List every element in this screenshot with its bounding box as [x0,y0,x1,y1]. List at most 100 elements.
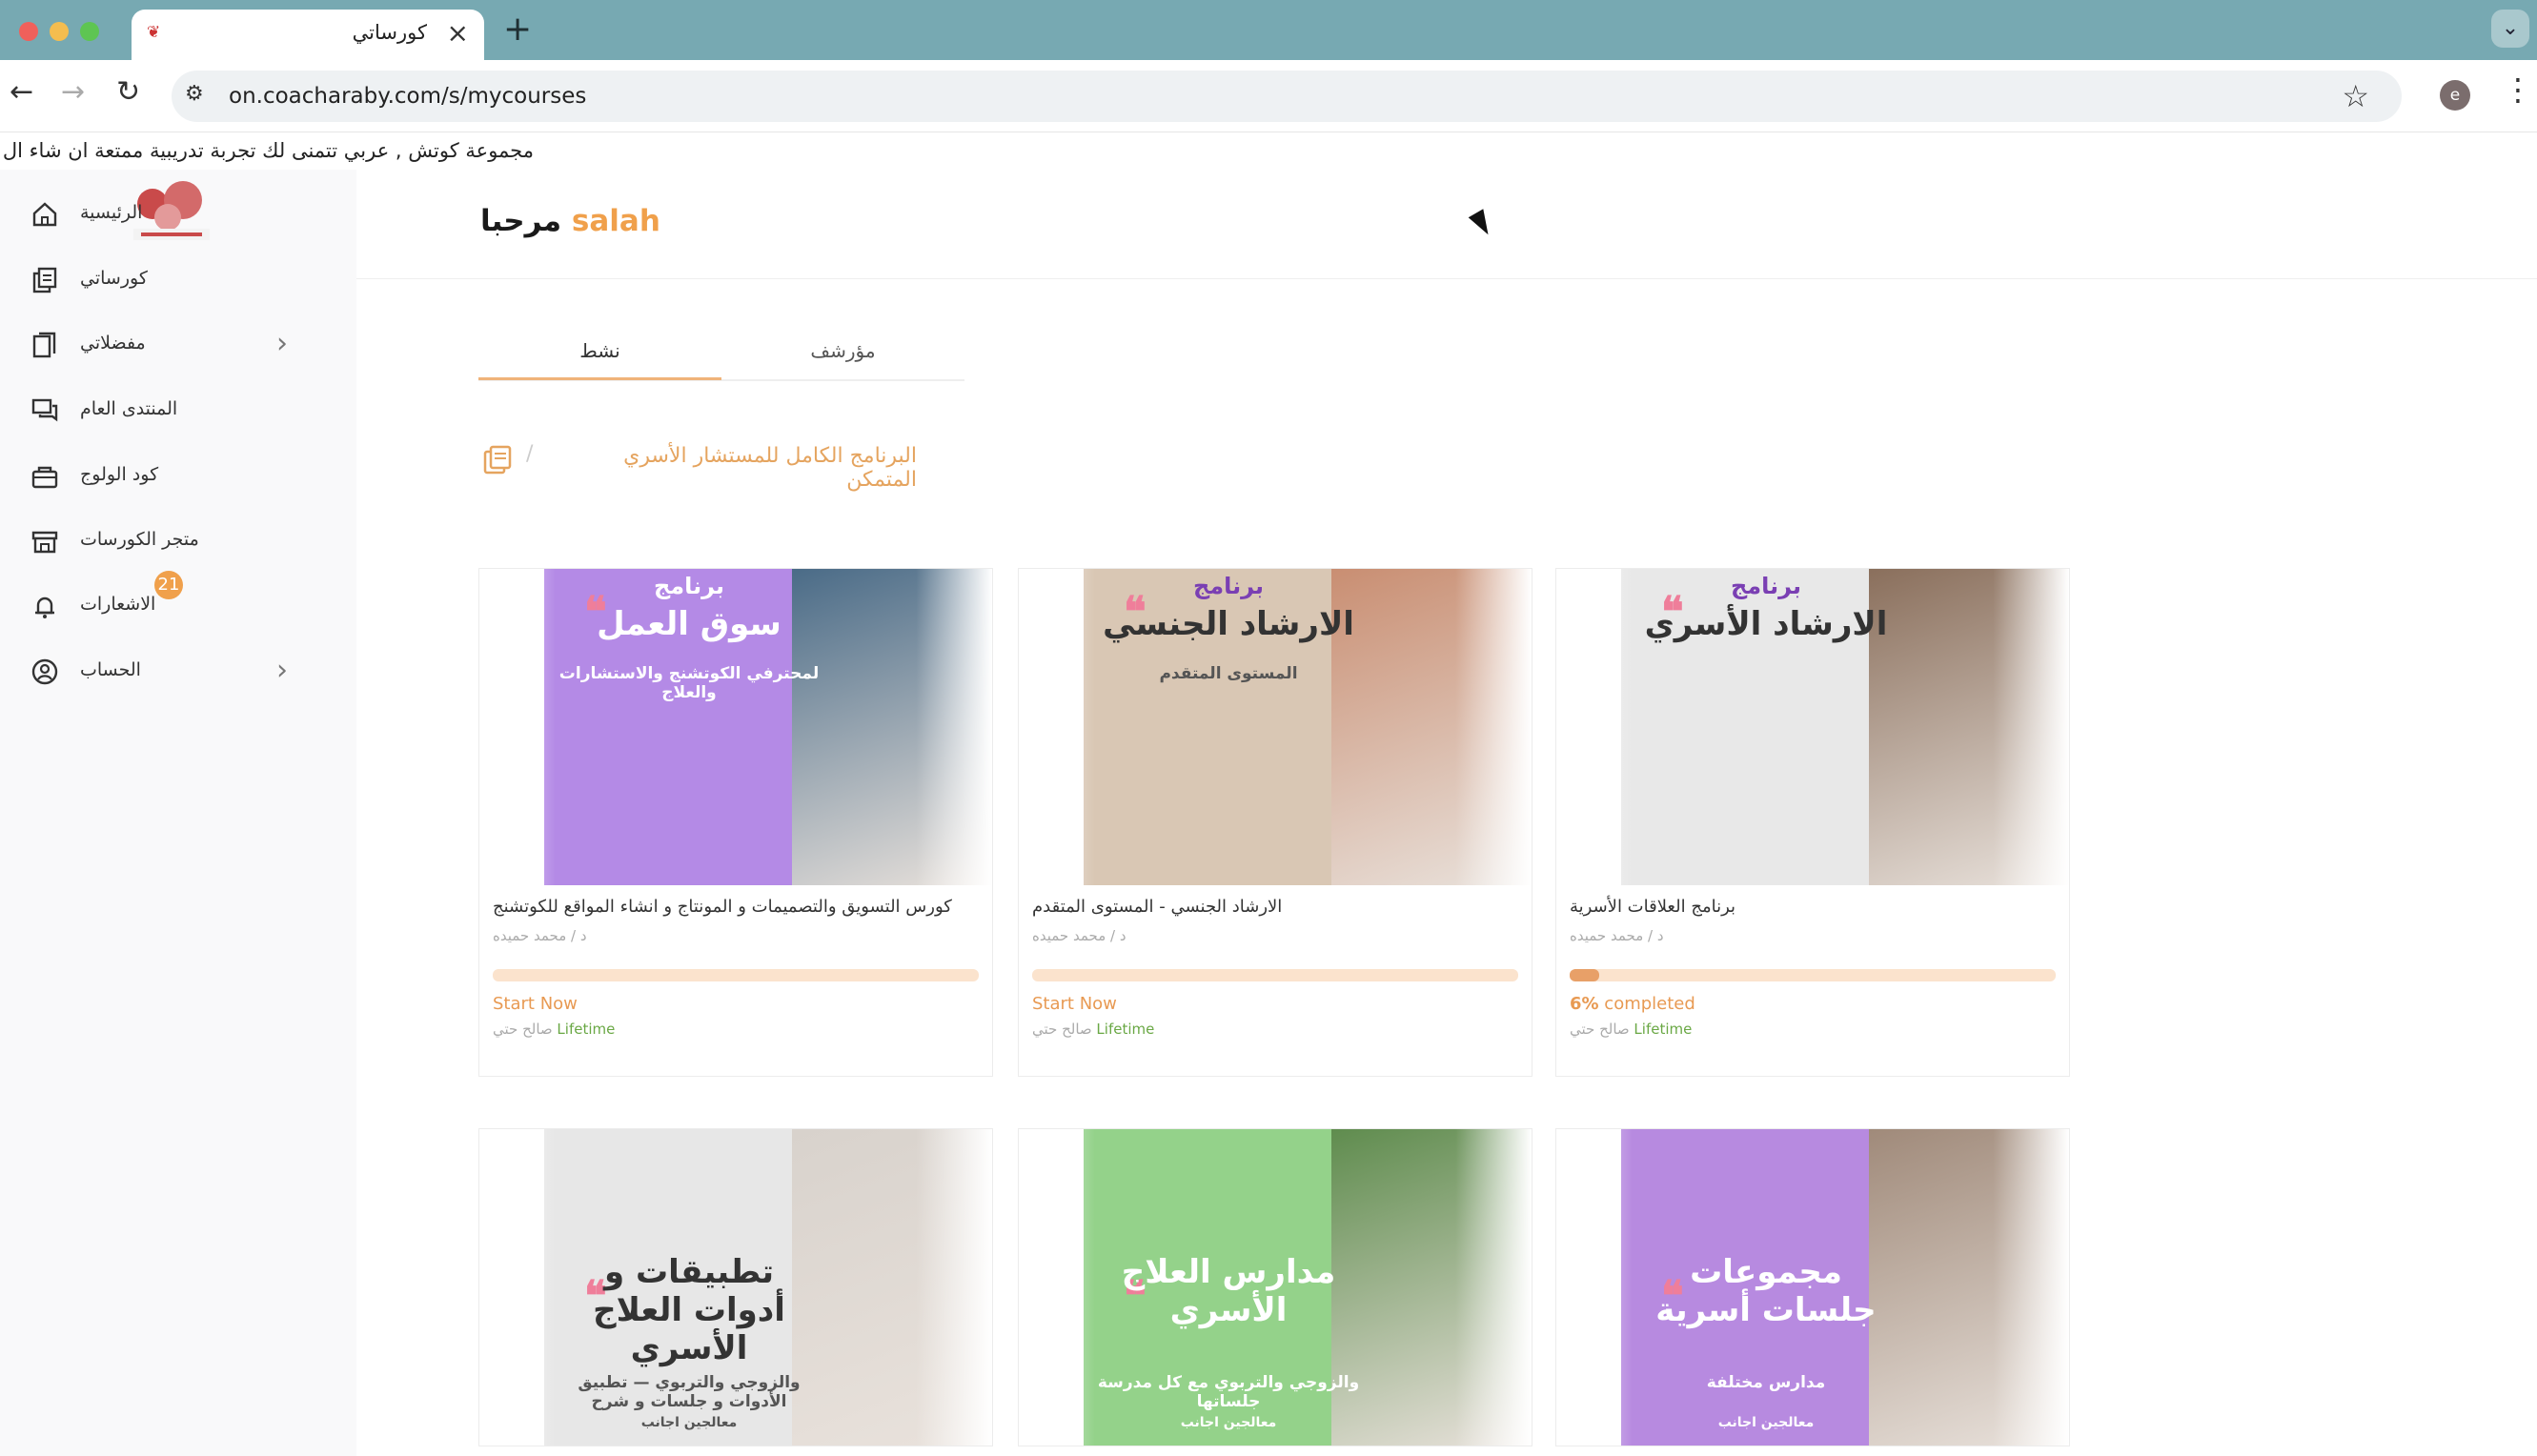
status-label: Start Now [493,994,578,1014]
thumbnail-subtitle: لمحترفي الكوتشنج والاستشارات والعلاج [558,664,820,702]
thumbnail-fade-left [1556,569,1633,885]
notification-count-badge: 21 [154,571,183,599]
course-card[interactable]: ❝ تطبيقات و أدوات العلاج الأسري والزوجي وا… [478,1128,993,1446]
breadcrumb-title[interactable]: البرنامج الكامل للمستشار الأسري المتمكن [551,444,917,492]
course-thumbnail[interactable]: ❝ برنامج الارشاد الجنسي المستوى المتقدم [1019,569,1532,885]
course-thumbnail[interactable]: ❝ برنامج الارشاد الأسري [1556,569,2069,885]
thumbnail-fade-right [1993,569,2069,885]
sidebar-item-label: كورساتي [80,268,148,289]
bundle-icon [483,445,512,475]
close-window-button[interactable] [19,22,38,41]
sidebar-item-2[interactable]: مفضلاتي › [0,321,356,369]
course-card[interactable]: ❝ برنامج الارشاد الأسري برنامج العلاقات الأ… [1555,568,2070,1077]
thumbnail-caption: معالجين اجانب [640,1415,738,1430]
thumbnail-subtitle: المستوى المتقدم [1159,664,1298,683]
thumbnail-fade-right [1993,1129,2069,1446]
course-author: د / محمد حميده [1570,927,1664,944]
course-title[interactable]: كورس التسويق والتصميمات و المونتاج و انش… [493,897,952,917]
enrollee-name: صالح حتي [493,1021,553,1038]
thumbnail-fade-left [1019,1129,1095,1446]
course-status-tabs: نشط مؤرشف [478,334,964,381]
bell-icon [35,597,54,618]
user-name: salah [571,204,660,238]
thumbnail-kicker: برنامج [653,573,725,599]
thumbnail-kicker: برنامج [1730,573,1802,599]
sidebar-item-label: الرئيسية [80,202,143,223]
browser-menu-icon[interactable]: ⋮ [2503,71,2533,108]
course-thumbnail[interactable]: ❝ تطبيقات و أدوات العلاج الأسري والزوجي وا… [479,1129,992,1446]
thumbnail-subtitle: والزوجي والتربوي مع كل مدرسة جلساتها [1097,1373,1360,1411]
tab-archived[interactable]: مؤرشف [721,339,964,377]
code-icon [31,466,58,489]
browser-toolbar: ← → ↻ ⚙ on.coacharaby.com/s/mycourses ☆ … [0,60,2537,132]
tab-close-icon[interactable]: × [447,17,469,49]
course-card[interactable]: ❝ برنامج الارشاد الجنسي المستوى المتقدم الار… [1018,568,1532,1077]
course-card[interactable]: ❝ برنامج سوق العمل لمحترفي الكوتشنج والاستش… [478,568,993,1077]
enrollee-name: صالح حتي [1032,1021,1092,1038]
thumbnail-fade-left [1556,1129,1633,1446]
course-status[interactable]: 6% completed [1570,994,1695,1014]
announcement-marquee: مجموعة كوتش , عربي تتمنى لك تجربة تدريبي… [2,139,534,162]
account-icon [31,658,58,685]
course-card[interactable]: ❝ مدارس العلاج الأسري والزوجي والتربوي مع … [1018,1128,1532,1446]
courses-icon [32,267,57,293]
sidebar-item-label: كود الولوج [80,464,159,485]
address-bar[interactable]: ⚙ on.coacharaby.com/s/mycourses ☆ [172,71,2402,122]
reload-icon[interactable]: ↻ [116,75,140,109]
thumbnail-fade-left [479,1129,556,1446]
bookmark-star-icon[interactable]: ☆ [2342,78,2369,114]
chevron-right-icon[interactable]: › [276,654,288,687]
sidebar-item-label: الاشعارات [80,594,156,615]
thumbnail-subtitle: مدارس مختلفة [1706,1373,1826,1392]
browser-tab[interactable]: ❦ كورساتي × [132,10,484,60]
course-title[interactable]: الارشاد الجنسي - المستوى المتقدم [1032,897,1282,917]
browser-tab-bar: ❦ كورساتي × + ⌄ [0,0,2537,60]
chevron-right-icon[interactable]: › [276,327,288,360]
tab-search-button[interactable]: ⌄ [2491,10,2529,48]
sidebar-item-4[interactable]: كود الولوج [0,453,356,500]
thumbnail-subtitle: والزوجي والتربوي — تطبيق الأدوات و جلسات… [578,1373,801,1411]
site-settings-icon[interactable]: ⚙ [185,82,213,111]
course-card[interactable]: ❝ مجموعات جلسات أسرية مدارس مختلفة معالجين … [1555,1128,2070,1446]
thumbnail-headline: مجموعات جلسات أسرية [1655,1253,1877,1329]
course-title[interactable]: برنامج العلاقات الأسرية [1570,897,1735,917]
forward-arrow-icon[interactable]: → [61,75,85,109]
sidebar-item-6[interactable]: الاشعارات 21 [0,571,356,630]
access-type: Lifetime [557,1021,616,1038]
course-status[interactable]: Start Now [493,994,578,1014]
tab-active[interactable]: نشط [478,339,721,380]
sidebar-item-label: الحساب [80,659,141,680]
sidebar-item-7[interactable]: الحساب › [0,648,356,696]
course-footer: صالح حتي Lifetime [1032,1021,1154,1038]
thumbnail-fade-right [916,1129,992,1446]
forum-icon [31,398,58,422]
breadcrumb-separator: / [526,442,534,466]
back-arrow-icon[interactable]: ← [10,75,33,109]
sidebar-item-label: مفضلاتي [80,333,146,354]
sidebar-item-3[interactable]: المنتدى العام [0,387,356,435]
progress-bar [1570,969,2056,981]
access-type: Lifetime [1634,1021,1693,1038]
course-thumbnail[interactable]: ❝ مدارس العلاج الأسري والزوجي والتربوي مع … [1019,1129,1532,1446]
url-text[interactable]: on.coacharaby.com/s/mycourses [229,84,586,109]
enrollee-name: صالح حتي [1570,1021,1630,1038]
thumbnail-headline: الارشاد الأسري [1644,605,1888,643]
sidebar-item-0[interactable]: الرئيسية [0,191,356,238]
sidebar-item-1[interactable]: كورساتي [0,256,356,304]
sidebar-item-label: متجر الكورسات [80,529,199,550]
course-card-body: الارشاد الجنسي - المستوى المتقدم د / محمد… [1019,885,1532,1076]
maximize-window-button[interactable] [80,22,99,41]
welcome-text: مرحبا [480,204,562,238]
course-thumbnail[interactable]: ❝ برنامج سوق العمل لمحترفي الكوتشنج والاستش… [479,569,992,885]
course-thumbnail[interactable]: ❝ مجموعات جلسات أسرية مدارس مختلفة معالجين … [1556,1129,2069,1446]
minimize-window-button[interactable] [50,22,69,41]
profile-avatar[interactable]: e [2440,80,2470,111]
thumbnail-fade-left [479,569,556,885]
new-tab-button[interactable]: + [503,10,532,49]
thumbnail-headline: الارشاد الجنسي [1103,605,1354,643]
site-favicon-icon: ❦ [147,23,161,42]
sidebar-item-5[interactable]: متجر الكورسات [0,517,356,565]
thumbnail-fade-left [1019,569,1095,885]
course-status[interactable]: Start Now [1032,994,1117,1014]
thumbnail-fade-right [1455,569,1532,885]
